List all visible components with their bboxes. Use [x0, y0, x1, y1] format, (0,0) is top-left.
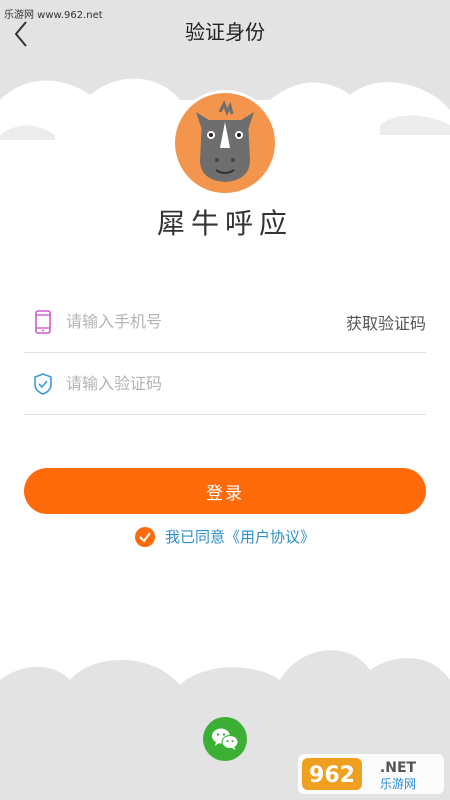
wechat-icon [212, 728, 239, 750]
agree-checkbox[interactable] [134, 526, 155, 547]
watermark-number: 962 [309, 763, 355, 788]
watermark-text: 乐游网 [380, 777, 416, 791]
phone-field-row: 获取验证码 [24, 290, 426, 353]
watermark-suffix: .NET [380, 760, 417, 776]
brand-name: 犀牛呼应 [156, 207, 293, 240]
code-input[interactable] [66, 370, 326, 396]
top-bar: 乐游网 www.962.net 验证身份 [0, 0, 450, 64]
check-icon [139, 531, 151, 543]
phone-input[interactable] [66, 308, 326, 334]
phone-icon [35, 310, 51, 334]
login-button[interactable]: 登录 [24, 468, 426, 514]
rhino-logo [172, 90, 278, 196]
get-code-button[interactable]: 获取验证码 [346, 310, 426, 334]
site-watermark: 962 .NET 乐游网 [298, 754, 444, 794]
shield-check-icon [34, 373, 52, 395]
code-field-row [24, 352, 426, 415]
agreement-row: 我已同意《用户协议》 [0, 526, 450, 550]
wechat-login-button[interactable] [203, 717, 247, 761]
page-title: 验证身份 [185, 20, 265, 44]
user-agreement-link[interactable]: 我已同意《用户协议》 [165, 526, 315, 547]
